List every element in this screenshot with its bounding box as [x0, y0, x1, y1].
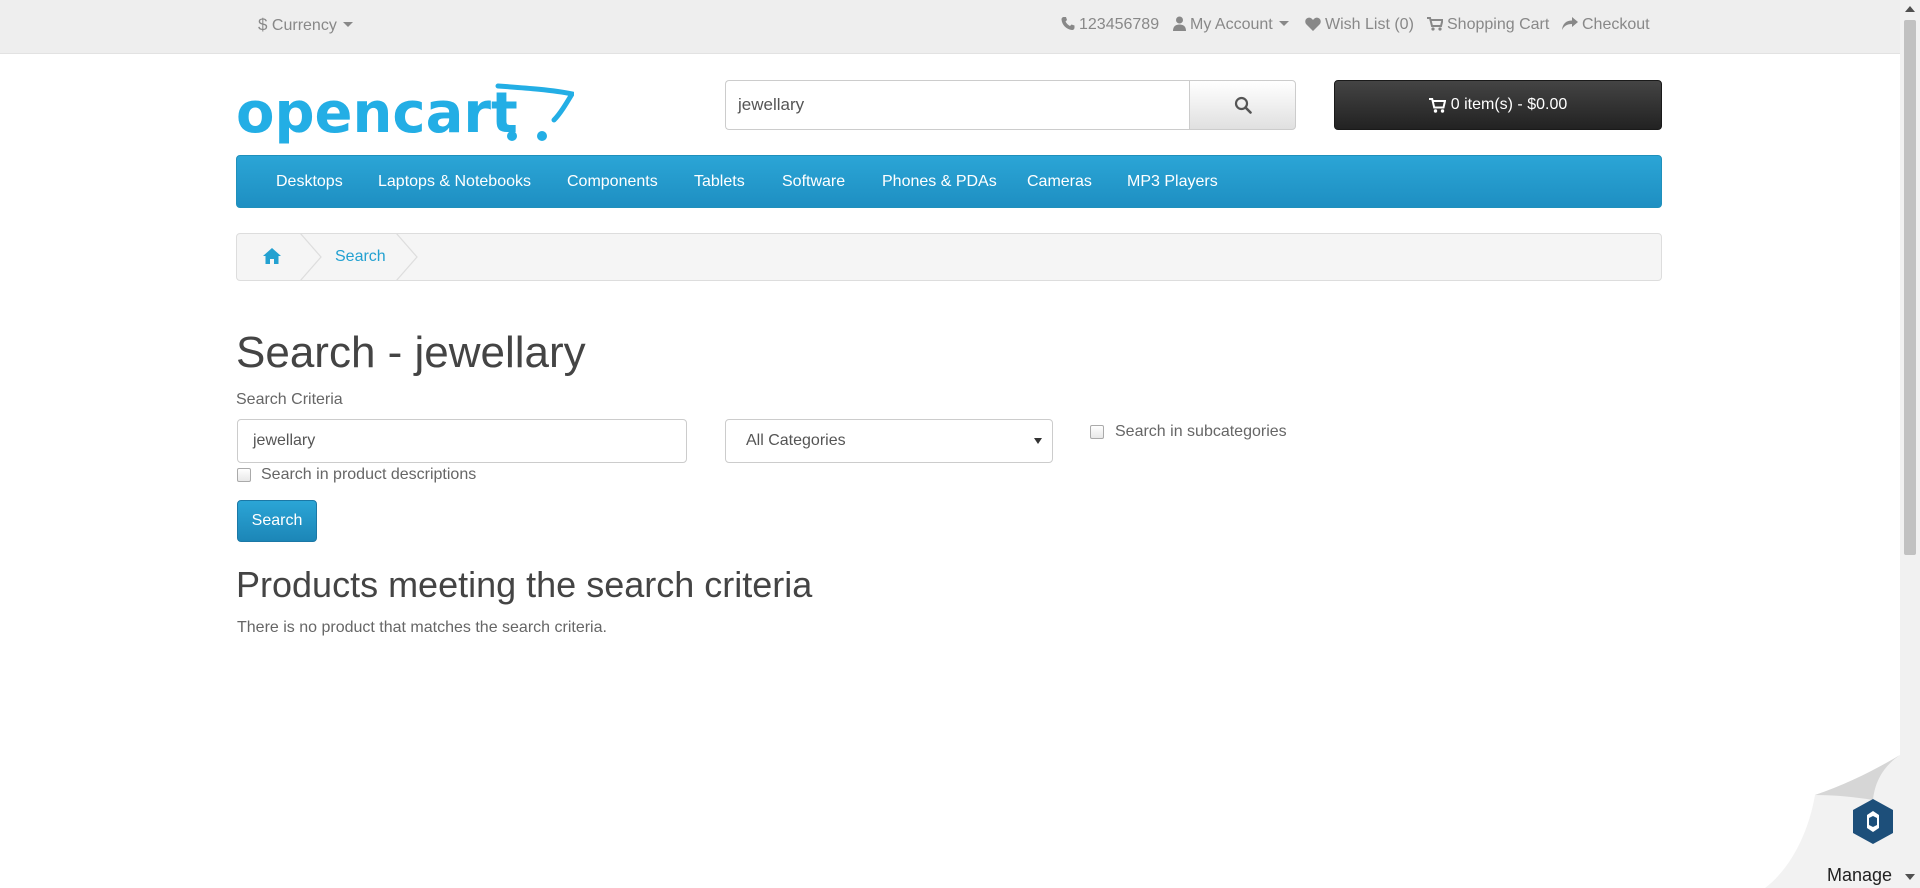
phone-link[interactable]: 123456789 — [1061, 0, 1159, 50]
wishlist-link[interactable]: Wish List (0) — [1305, 0, 1414, 50]
shopping-cart-link[interactable]: Shopping Cart — [1427, 0, 1549, 50]
cart-summary-label: 0 item(s) - $0.00 — [1450, 96, 1568, 113]
checkout-link[interactable]: Checkout — [1562, 0, 1650, 50]
category-selected: All Categories — [746, 432, 846, 449]
dollar-icon: $ — [258, 15, 268, 34]
page-scrollbar[interactable] — [1900, 0, 1920, 888]
scroll-down-icon[interactable] — [1905, 874, 1915, 880]
logo-wordmark: opencart — [236, 81, 518, 146]
breadcrumb-search[interactable]: Search — [335, 234, 386, 280]
share-icon — [1562, 17, 1578, 30]
search-button[interactable]: Search — [237, 500, 317, 542]
heart-icon — [1305, 17, 1321, 31]
phone-number: 123456789 — [1079, 16, 1160, 33]
breadcrumb-home[interactable] — [263, 248, 281, 269]
scroll-up-icon[interactable] — [1905, 6, 1915, 12]
nav-item-desktops[interactable]: Desktops — [276, 156, 343, 207]
checkout-label: Checkout — [1582, 16, 1650, 33]
breadcrumb: Search — [236, 233, 1662, 281]
subcategories-checkbox[interactable] — [1090, 425, 1104, 439]
top-bar: $ Currency 123456789 My Account Wish Lis… — [0, 0, 1900, 54]
header-search-button[interactable] — [1189, 80, 1296, 130]
nav-item-components[interactable]: Components — [567, 156, 658, 207]
nav-item-laptops[interactable]: Laptops & Notebooks — [378, 156, 531, 207]
search-criteria-label: Search Criteria — [236, 391, 343, 408]
nav-item-mp3[interactable]: MP3 Players — [1127, 156, 1218, 207]
chevron-down-icon — [1034, 438, 1042, 444]
chevron-down-icon — [342, 22, 353, 27]
phone-icon — [1061, 17, 1075, 30]
cart-icon — [1427, 17, 1444, 31]
shopping-cart-label: Shopping Cart — [1447, 16, 1550, 33]
header-search-input[interactable]: jewellary — [725, 80, 1190, 130]
user-icon — [1173, 16, 1186, 31]
manage-label: Manage — [1827, 865, 1893, 885]
chevron-down-icon — [1278, 21, 1289, 26]
category-select[interactable]: All Categories — [725, 419, 1053, 463]
site-logo[interactable]: opencart — [236, 80, 576, 146]
opencart-logo: opencart — [236, 81, 576, 146]
manage-widget[interactable]: Manage — [1755, 755, 1900, 888]
main-nav: Desktops Laptops & Notebooks Components … — [236, 155, 1662, 208]
nav-item-cameras[interactable]: Cameras — [1027, 156, 1092, 207]
results-title: Products meeting the search criteria — [236, 564, 813, 605]
nav-item-tablets[interactable]: Tablets — [694, 156, 745, 207]
nav-item-phones[interactable]: Phones & PDAs — [882, 156, 997, 207]
wishlist-label: Wish List (0) — [1325, 16, 1414, 33]
breadcrumb-separator — [299, 233, 322, 281]
descriptions-label: Search in product descriptions — [261, 466, 477, 483]
subcategories-label: Search in subcategories — [1115, 423, 1287, 440]
descriptions-checkbox[interactable] — [237, 468, 251, 482]
page-title: Search - jewellary — [236, 328, 586, 377]
search-criteria-input[interactable]: jewellary — [237, 419, 687, 463]
currency-label: Currency — [271, 17, 337, 34]
scroll-thumb[interactable] — [1904, 20, 1916, 555]
no-results-message: There is no product that matches the sea… — [237, 619, 607, 636]
cart-summary-button[interactable]: 0 item(s) - $0.00 — [1334, 80, 1662, 130]
nav-item-software[interactable]: Software — [782, 156, 845, 207]
cart-icon — [1428, 97, 1446, 113]
home-icon — [263, 248, 281, 264]
search-icon — [1234, 96, 1252, 114]
currency-dropdown[interactable]: $ Currency — [258, 0, 353, 50]
breadcrumb-separator — [395, 233, 418, 281]
my-account-label: My Account — [1190, 16, 1273, 33]
my-account-dropdown[interactable]: My Account — [1173, 0, 1289, 50]
